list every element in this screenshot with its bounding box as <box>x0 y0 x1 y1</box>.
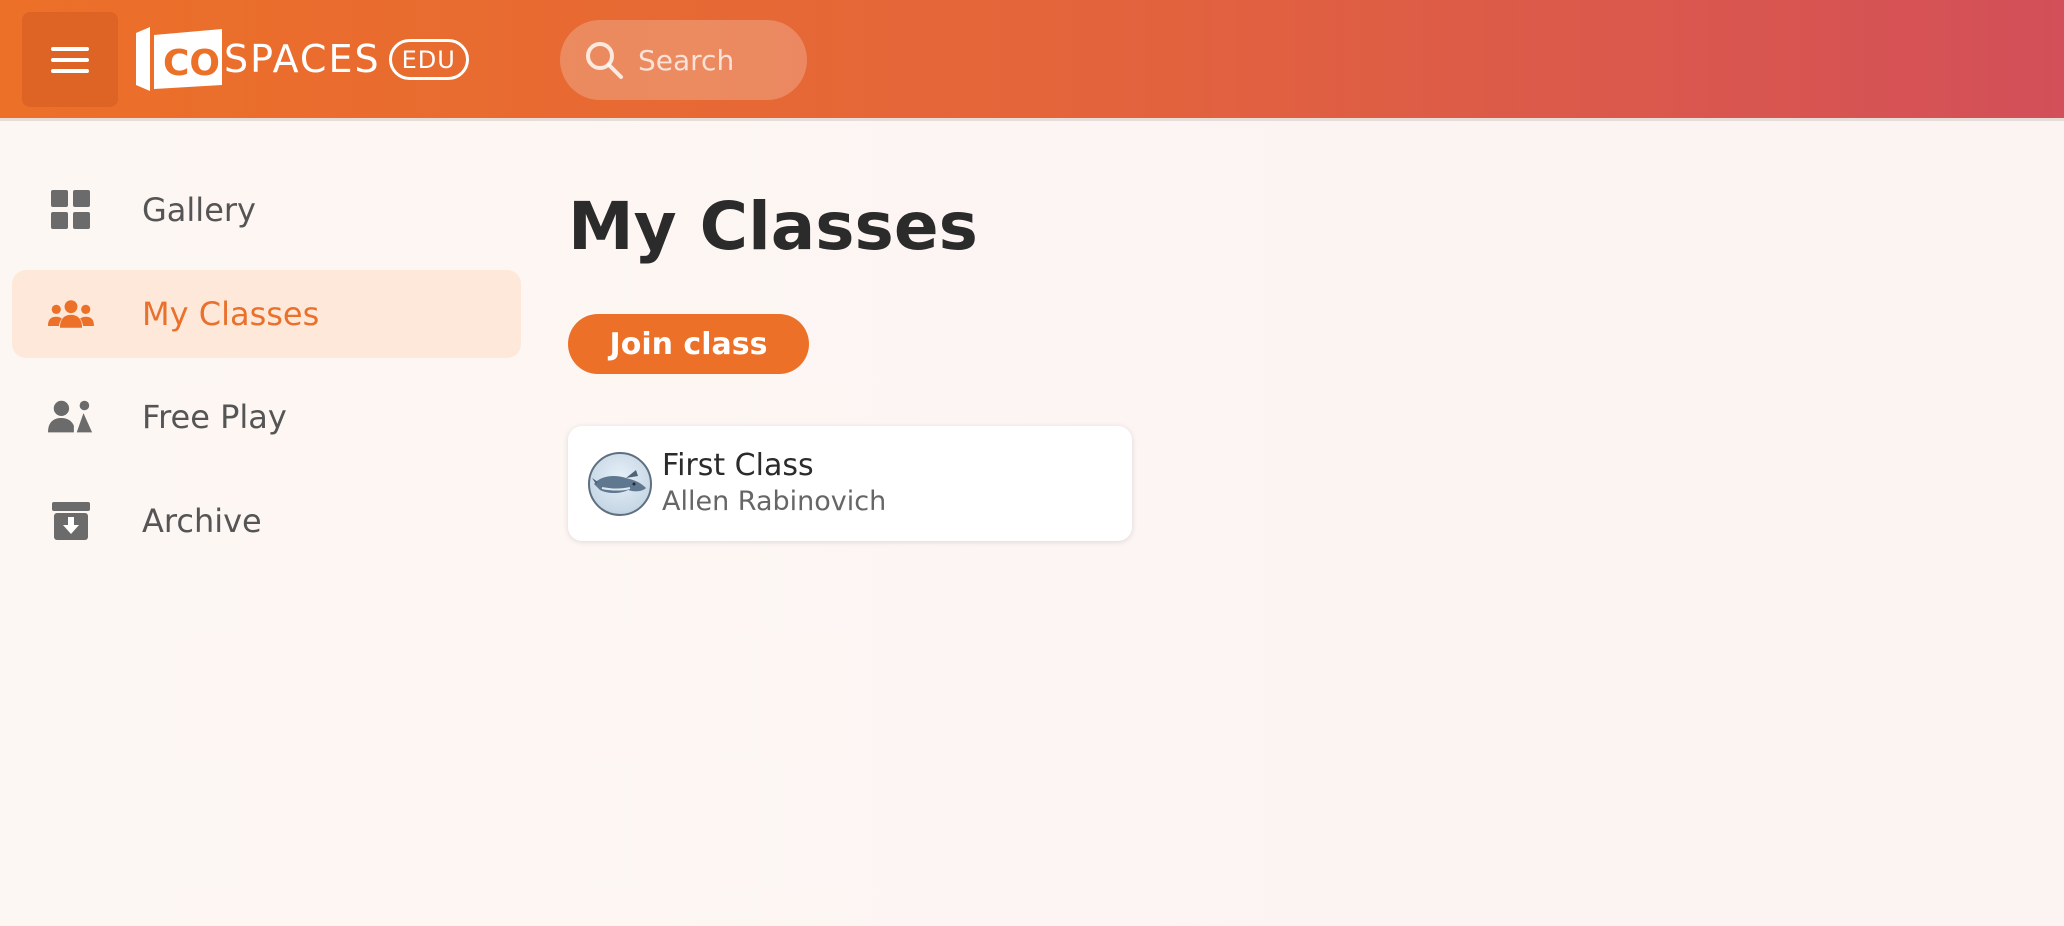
grid-icon <box>48 187 94 233</box>
sidebar-item-label: Gallery <box>142 191 256 229</box>
sidebar-item-label: My Classes <box>142 295 320 333</box>
archive-icon <box>48 498 94 544</box>
whale-avatar-icon <box>592 470 646 493</box>
search-icon <box>586 42 623 79</box>
user-shapes-icon <box>48 394 94 440</box>
class-owner: Allen Rabinovich <box>662 486 887 517</box>
top-header: CO SPACES EDU Search <box>0 0 2064 121</box>
menu-button[interactable] <box>22 12 118 107</box>
class-card[interactable]: First Class Allen Rabinovich <box>568 426 1132 541</box>
search-placeholder: Search <box>638 43 735 77</box>
sidebar-item-label: Archive <box>142 502 262 540</box>
hamburger-icon <box>51 46 89 73</box>
sidebar-item-archive[interactable]: Archive <box>12 477 521 565</box>
edu-badge: EDU <box>388 38 469 80</box>
sidebar-item-my-classes[interactable]: My Classes <box>12 270 521 358</box>
logo-text: SPACES <box>224 37 381 81</box>
cospaces-logo[interactable]: CO SPACES EDU <box>136 24 469 94</box>
class-name: First Class <box>662 448 814 483</box>
cospaces-logo-mark: CO <box>136 27 222 91</box>
page-title: My Classes <box>568 188 978 265</box>
sidebar-item-free-play[interactable]: Free Play <box>12 373 521 461</box>
sidebar-item-label: Free Play <box>142 398 287 436</box>
group-icon <box>48 291 94 337</box>
search-input[interactable]: Search <box>560 20 807 100</box>
logo-co-text: CO <box>163 43 220 84</box>
class-avatar <box>588 452 652 516</box>
sidebar-item-gallery[interactable]: Gallery <box>12 166 521 254</box>
join-class-button[interactable]: Join class <box>568 314 809 374</box>
